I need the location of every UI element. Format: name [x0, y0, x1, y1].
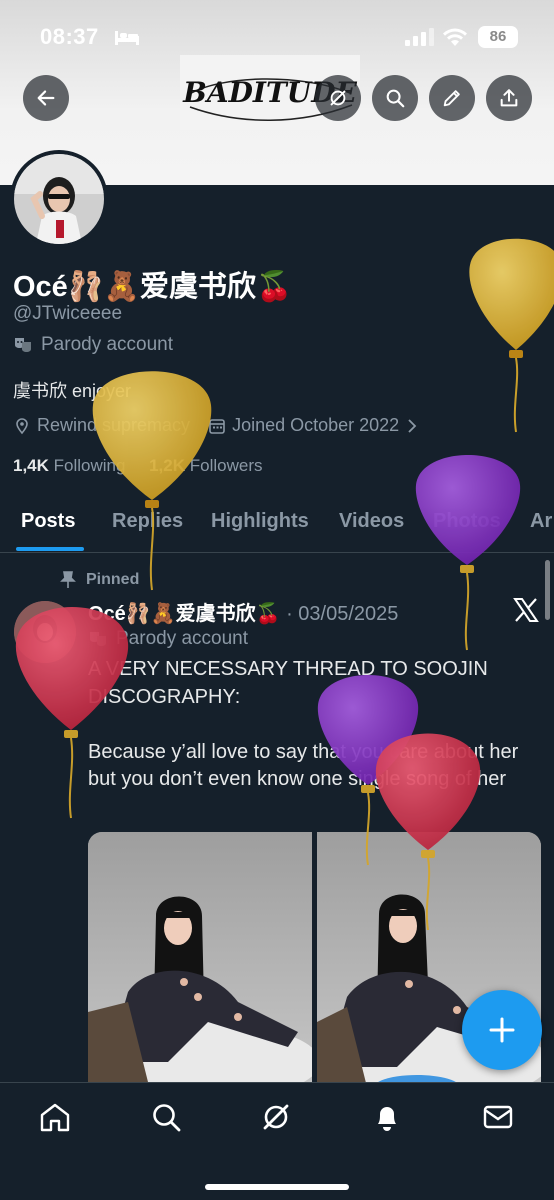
- post-author-name[interactable]: Océ🩰🧸爱虞书欣🍒: [88, 603, 281, 625]
- pinned-indicator: Pinned: [60, 571, 139, 589]
- post-parody-text: Parody account: [116, 628, 249, 649]
- location-icon: [16, 417, 28, 434]
- post-text: A VERY NECESSARY THREAD TO SOOJIN DISCOG…: [88, 658, 519, 790]
- profile-joined: Joined October 2022: [232, 415, 400, 435]
- search-button[interactable]: [372, 75, 418, 121]
- home-icon[interactable]: [38, 1100, 72, 1134]
- post-author-avatar[interactable]: [14, 601, 76, 663]
- scrollbar[interactable]: [545, 560, 550, 620]
- masks-icon: [90, 632, 106, 646]
- arrow-left-icon: [37, 90, 55, 106]
- tab-replies[interactable]: Replies: [112, 510, 183, 533]
- parody-text: Parody account: [41, 334, 174, 355]
- bell-icon[interactable]: [370, 1100, 404, 1134]
- grok-icon[interactable]: [259, 1100, 293, 1134]
- profile-bio: 虞书欣 enjoyer: [13, 381, 132, 401]
- profile-avatar[interactable]: [10, 150, 108, 248]
- followers-label: Followers: [189, 456, 263, 475]
- search-icon[interactable]: [149, 1100, 183, 1134]
- post-date[interactable]: 03/05/2025: [298, 603, 398, 625]
- mail-icon[interactable]: [481, 1100, 515, 1134]
- bottom-navigation: [0, 1082, 554, 1200]
- edit-button[interactable]: [429, 75, 475, 121]
- profile-tabs: Posts Replies Highlights Videos Photos A…: [0, 500, 554, 553]
- grok-icon: [330, 90, 346, 106]
- balloon-yellow-left: [92, 371, 212, 591]
- tab-videos[interactable]: Videos: [339, 510, 404, 533]
- chevron-right-icon[interactable]: [403, 417, 421, 435]
- share-button[interactable]: [486, 75, 532, 121]
- post-parody-label: Parody account: [88, 628, 248, 650]
- following-count: 1,4K: [13, 456, 49, 475]
- compose-post-button[interactable]: [462, 990, 542, 1070]
- status-time: 08:37: [40, 24, 99, 49]
- followers-link[interactable]: 1,2K Followers: [149, 456, 262, 475]
- back-button[interactable]: [23, 75, 69, 121]
- share-icon: [500, 89, 518, 107]
- wifi-icon: [443, 28, 467, 46]
- home-indicator: [205, 1184, 349, 1190]
- grok-button[interactable]: [315, 75, 361, 121]
- parody-label: Parody account: [13, 334, 173, 356]
- post-header: Océ🩰🧸爱虞书欣🍒 · 03/05/2025: [88, 603, 399, 625]
- plus-icon: [489, 1017, 515, 1043]
- masks-icon: [15, 338, 31, 352]
- sleep-mode-icon: [115, 31, 139, 45]
- tab-photos[interactable]: Photos: [433, 510, 501, 533]
- battery-indicator: 86: [478, 26, 518, 48]
- pencil-icon: [443, 90, 460, 107]
- tab-highlights[interactable]: Highlights: [211, 510, 309, 533]
- post-avatar-image: [14, 601, 76, 663]
- tab-posts[interactable]: Posts: [21, 510, 75, 533]
- tab-articles[interactable]: Ar: [530, 510, 552, 533]
- pinned-label: Pinned: [86, 571, 140, 588]
- profile-handle: @JTwiceeee: [13, 303, 123, 324]
- search-icon: [386, 89, 405, 108]
- profile-name: Océ🩰🧸爱虞书欣🍒: [13, 271, 293, 303]
- profile-location: Rewind supremacy: [37, 415, 191, 435]
- pin-icon: [60, 571, 76, 588]
- signal-icon: [405, 28, 434, 46]
- follow-stats: 1,4K Following 1,2K Followers: [13, 456, 263, 476]
- photo-image: [88, 832, 312, 1092]
- following-label: Following: [53, 456, 126, 475]
- x-logo-icon: [513, 598, 539, 622]
- following-link[interactable]: 1,4K Following: [13, 456, 125, 475]
- status-bar: 08:37 86: [0, 0, 554, 70]
- calendar-icon: [209, 418, 225, 434]
- avatar-image: [14, 154, 104, 244]
- post-image-1[interactable]: [88, 832, 312, 1092]
- active-tab-indicator: [16, 547, 84, 551]
- balloon-yellow-right: [469, 238, 554, 433]
- followers-count: 1,2K: [149, 456, 186, 475]
- profile-meta: Rewind supremacy Joined October 2022: [13, 415, 427, 436]
